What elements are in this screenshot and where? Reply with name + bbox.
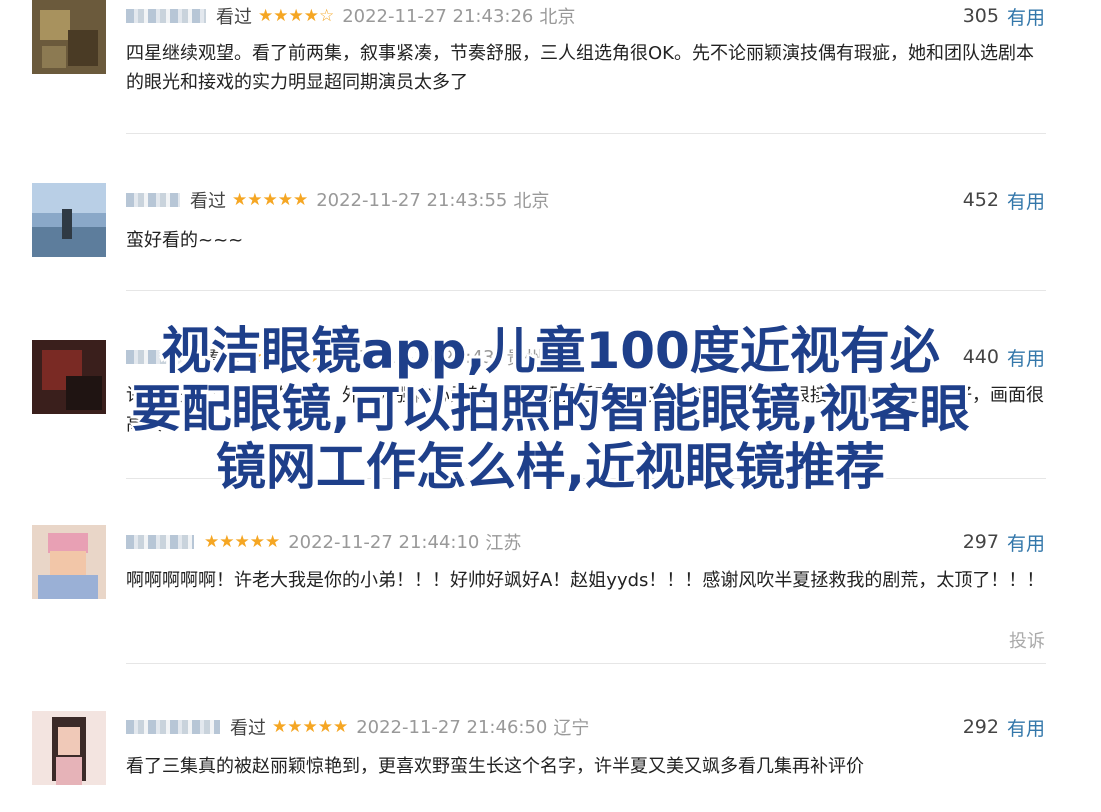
review-meta: 看过 ★★★★★ 2022-11-27 21:46:50 辽宁 [126, 714, 589, 740]
divider [126, 133, 1046, 134]
review-time: 2022-11-27 21:44:10 [288, 531, 480, 553]
vote-number: 297 [962, 531, 999, 553]
watch-status: 看过 [216, 7, 252, 28]
divider [126, 290, 1046, 291]
avatar[interactable] [32, 525, 106, 599]
rating-stars: ★★★★★ [272, 717, 349, 737]
username[interactable] [126, 193, 180, 207]
avatar[interactable] [32, 711, 106, 785]
avatar[interactable] [32, 183, 106, 257]
review-location: 北京 [539, 7, 576, 28]
overlay-headline: 视洁眼镜app,儿童100度近视有必 要配眼镜,可以拍照的智能眼镜,视客眼 镜网… [0, 322, 1101, 496]
review-time: 2022-11-27 21:46:50 [356, 716, 548, 738]
review-content: 看了三集真的被赵丽颖惊艳到，更喜欢野蛮生长这个名字，许半夏又美又飒多看几集再补评… [126, 756, 864, 777]
useful-button[interactable]: 有用 [1007, 3, 1045, 30]
review-meta: 看过 ★★★★☆ 2022-11-27 21:43:26 北京 [126, 3, 575, 29]
review-time: 2022-11-27 21:43:26 [342, 5, 534, 27]
overlay-line: 镜网工作怎么样,近视眼镜推荐 [216, 438, 885, 496]
username[interactable] [126, 9, 206, 23]
username[interactable] [126, 535, 194, 549]
review-content: 啊啊啊啊啊！许老大我是你的小弟！！！好帅好飒好A！赵姐yyds！！！感谢风吹半夏… [126, 570, 1045, 591]
vote-number: 305 [962, 5, 999, 27]
useful-button[interactable]: 有用 [1007, 714, 1045, 741]
watch-status: 看过 [230, 718, 266, 739]
vote-count: 292 有用 [963, 714, 1045, 740]
review-content: 蛮好看的~~~ [126, 230, 244, 251]
review-content: 四星继续观望。看了前两集，叙事紧凑，节奏舒服，三人组选角很OK。先不论丽颖演技偶… [126, 43, 1034, 93]
watch-status: 看过 [190, 191, 226, 212]
vote-count: 305 有用 [963, 3, 1045, 29]
rating-stars: ★★★★☆ [258, 6, 335, 26]
review-location: 北京 [513, 191, 550, 212]
username[interactable] [126, 720, 220, 734]
rating-stars: ★★★★★ [232, 190, 309, 210]
vote-count: 297 有用 [963, 529, 1045, 555]
useful-button[interactable]: 有用 [1007, 187, 1045, 214]
overlay-line: 视洁眼镜app,儿童100度近视有必 [161, 322, 940, 380]
review-location: 辽宁 [553, 718, 590, 739]
vote-number: 292 [962, 716, 999, 738]
review-meta: 看过 ★★★★★ 2022-11-27 21:43:55 北京 [126, 187, 549, 213]
vote-count: 452 有用 [963, 187, 1045, 213]
review-meta: ★★★★★ 2022-11-27 21:44:10 江苏 [126, 529, 521, 555]
review-location: 江苏 [485, 533, 522, 554]
overlay-line: 要配眼镜,可以拍照的智能眼镜,视客眼 [131, 380, 970, 438]
report-link[interactable]: 投诉 [1009, 627, 1045, 653]
avatar[interactable] [32, 0, 106, 74]
vote-number: 452 [962, 189, 999, 211]
divider [126, 663, 1046, 664]
review-time: 2022-11-27 21:43:55 [316, 189, 508, 211]
useful-button[interactable]: 有用 [1007, 529, 1045, 556]
rating-stars: ★★★★★ [204, 532, 281, 552]
